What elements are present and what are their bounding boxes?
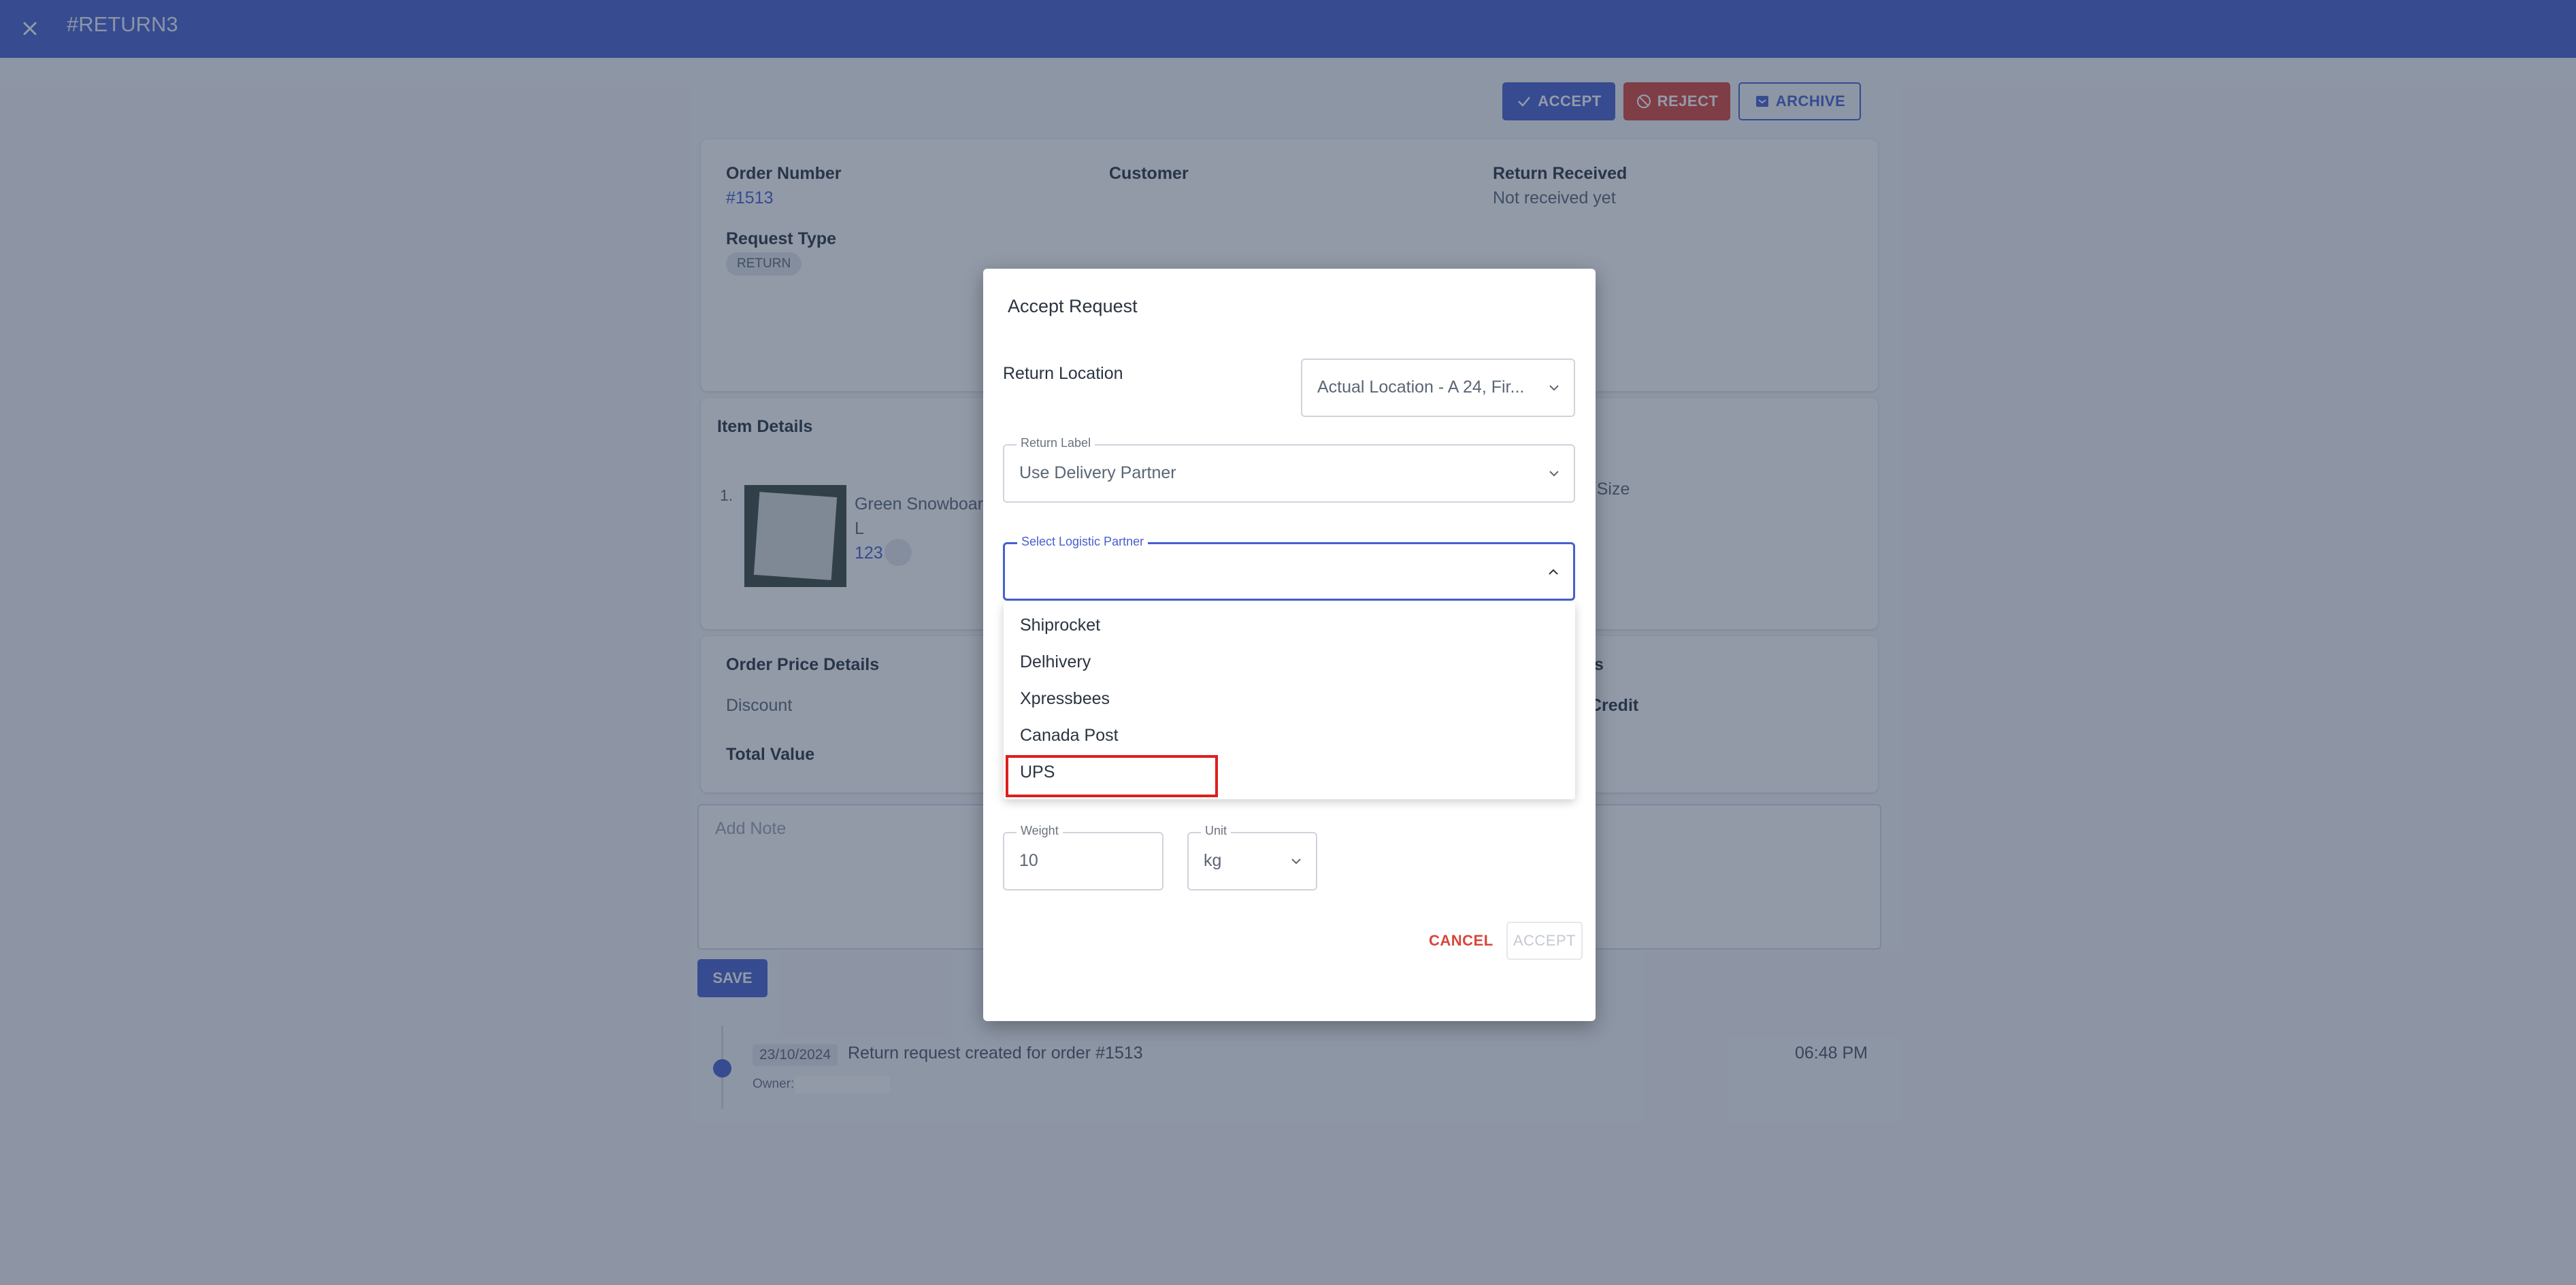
unit-value: kg — [1204, 851, 1222, 870]
option-canada-post[interactable]: Canada Post — [1020, 726, 1119, 746]
return-label-floating-label: Return Label — [1017, 436, 1095, 450]
return-location-label: Return Location — [1003, 364, 1123, 383]
logistic-partner-floating-label: Select Logistic Partner — [1017, 535, 1149, 549]
weight-input[interactable]: Weight 10 — [1003, 824, 1163, 890]
chevron-down-icon — [1291, 858, 1301, 865]
modal-title: Accept Request — [1008, 296, 1138, 316]
option-shiprocket[interactable]: Shiprocket — [1020, 616, 1100, 635]
highlight-box — [1006, 755, 1218, 797]
option-delhivery[interactable]: Delhivery — [1020, 652, 1091, 672]
option-xpressbees[interactable]: Xpressbees — [1020, 689, 1110, 709]
return-location-select[interactable]: Actual Location - A 24, Fir... — [1301, 358, 1575, 417]
logistic-partner-select[interactable]: Select Logistic Partner — [1003, 535, 1575, 601]
modal-cancel-button[interactable]: CANCEL — [1429, 932, 1493, 950]
return-label-value: Use Delivery Partner — [1019, 463, 1176, 482]
weight-value: 10 — [1019, 851, 1038, 870]
chevron-down-icon — [1549, 385, 1559, 391]
return-location-value: Actual Location - A 24, Fir... — [1317, 378, 1525, 397]
chevron-down-icon — [1549, 471, 1559, 477]
unit-floating-label: Unit — [1201, 824, 1232, 838]
return-label-select[interactable]: Return Label Use Delivery Partner — [1003, 436, 1575, 503]
unit-select[interactable]: Unit kg — [1187, 824, 1317, 890]
chevron-up-icon — [1549, 569, 1558, 575]
modal-accept-button[interactable]: ACCEPT — [1506, 922, 1583, 960]
weight-floating-label: Weight — [1017, 824, 1063, 838]
